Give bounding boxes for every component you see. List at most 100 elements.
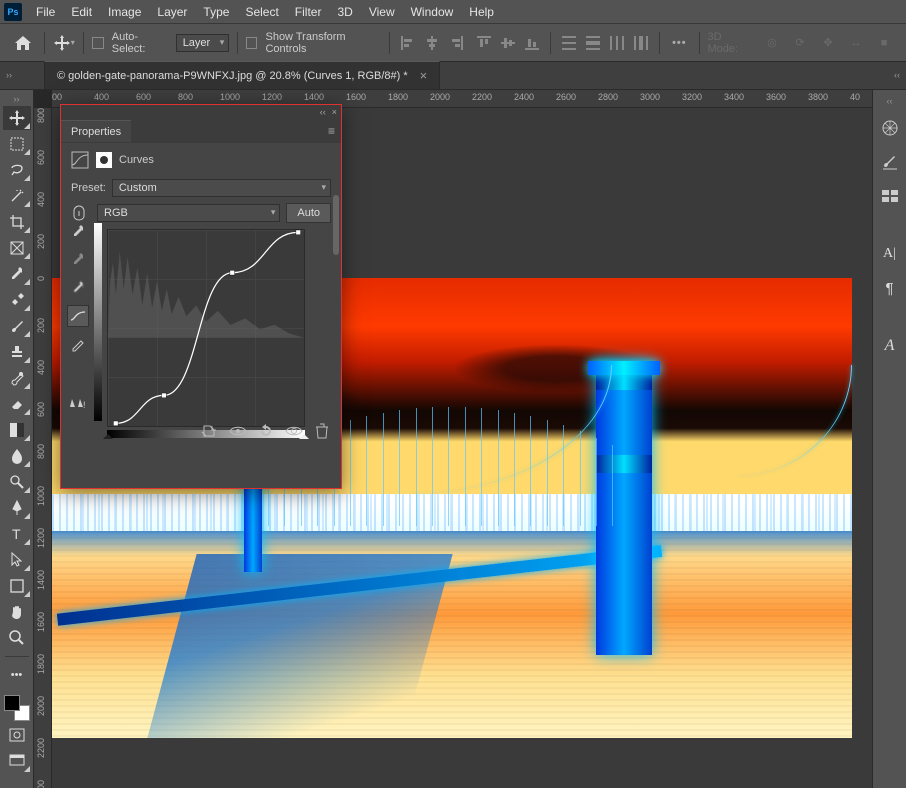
more-options-button[interactable]: •••	[668, 31, 690, 55]
path-select-tool[interactable]	[3, 548, 31, 572]
gradient-tool[interactable]	[3, 418, 31, 442]
menu-type[interactable]: Type	[195, 2, 237, 22]
menu-select[interactable]: Select	[237, 2, 286, 22]
3d-pan-icon[interactable]: ✥	[816, 31, 840, 55]
home-button[interactable]	[10, 31, 36, 55]
menu-layer[interactable]: Layer	[149, 2, 195, 22]
frame-tool[interactable]	[3, 236, 31, 260]
transform-checkbox[interactable]	[246, 37, 257, 49]
type-tool[interactable]: T	[3, 522, 31, 546]
curve-point-tool[interactable]	[67, 305, 89, 327]
reset-icon[interactable]	[257, 422, 275, 440]
expand-left-icon[interactable]: ››	[6, 70, 12, 80]
delete-icon[interactable]	[313, 422, 331, 440]
move-tool-indicator[interactable]: ▾	[53, 31, 75, 55]
curve-line[interactable]	[108, 230, 306, 428]
stamp-tool[interactable]	[3, 340, 31, 364]
menu-help[interactable]: Help	[461, 2, 502, 22]
collapse-right-icon[interactable]: ‹‹	[887, 96, 893, 106]
eraser-tool[interactable]	[3, 392, 31, 416]
menu-view[interactable]: View	[361, 2, 403, 22]
dodge-tool[interactable]	[3, 470, 31, 494]
shape-tool[interactable]	[3, 574, 31, 598]
curves-graph[interactable]	[107, 229, 305, 427]
lasso-tool[interactable]	[3, 158, 31, 182]
panel-menu-icon[interactable]: ≡	[328, 124, 335, 138]
edit-toolbar-button[interactable]: •••	[3, 663, 31, 687]
hand-tool[interactable]	[3, 600, 31, 624]
view-previous-icon[interactable]	[229, 422, 247, 440]
blur-tool[interactable]	[3, 444, 31, 468]
3d-roll-icon[interactable]: ⟳	[788, 31, 812, 55]
auto-select-checkbox[interactable]	[92, 37, 103, 49]
character-panel-icon[interactable]: A|	[876, 242, 904, 266]
options-bar: ▾ Auto-Select: Layer Show Transform Cont…	[0, 24, 906, 62]
auto-button[interactable]: Auto	[286, 203, 331, 223]
move-tool[interactable]	[3, 106, 31, 130]
healing-tool[interactable]	[3, 288, 31, 312]
glyphs-panel-icon[interactable]: A	[876, 334, 904, 358]
visibility-icon[interactable]	[285, 422, 303, 440]
menu-file[interactable]: File	[28, 2, 63, 22]
adjustment-label: Curves	[119, 154, 154, 166]
eyedropper-tool[interactable]	[3, 262, 31, 286]
menu-image[interactable]: Image	[100, 2, 149, 22]
expand-right-icon[interactable]: ‹‹	[894, 70, 900, 80]
clip-warning-icon[interactable]: !	[67, 391, 89, 413]
eyedrop-black-icon[interactable]	[67, 221, 89, 243]
menu-filter[interactable]: Filter	[287, 2, 330, 22]
marquee-tool[interactable]	[3, 132, 31, 156]
menu-window[interactable]: Window	[403, 2, 462, 22]
panel-icon-2[interactable]	[876, 150, 904, 174]
distribute-top-button[interactable]	[559, 33, 579, 53]
eyedrop-white-icon[interactable]	[67, 277, 89, 299]
close-tab-icon[interactable]: ×	[420, 68, 428, 83]
distribute-bottom-button[interactable]	[607, 33, 627, 53]
zoom-tool[interactable]	[3, 626, 31, 650]
panel-close-icon[interactable]: ×	[332, 107, 337, 117]
brush-tool[interactable]	[3, 314, 31, 338]
distribute-vcenter-button[interactable]	[583, 33, 603, 53]
finger-icon[interactable]	[71, 205, 91, 221]
panel-collapse-icon[interactable]: ‹‹	[320, 107, 326, 117]
paragraph-panel-icon[interactable]: ¶	[876, 276, 904, 300]
align-left-button[interactable]	[398, 33, 418, 53]
align-top-button[interactable]	[474, 33, 494, 53]
curve-pencil-tool[interactable]	[67, 333, 89, 355]
menu-bar: Ps File Edit Image Layer Type Select Fil…	[0, 0, 906, 24]
eyedrop-gray-icon[interactable]	[67, 249, 89, 271]
3d-orbit-icon[interactable]: ◎	[760, 31, 784, 55]
preset-dropdown[interactable]: Custom	[112, 179, 331, 197]
panel-tab-row: Properties ≡	[61, 119, 341, 143]
pen-tool[interactable]	[3, 496, 31, 520]
magic-wand-tool[interactable]	[3, 184, 31, 208]
ruler-vertical[interactable]: 8006004002000200400600800100012001400160…	[34, 108, 52, 788]
panel-icon-3[interactable]	[876, 184, 904, 208]
align-bottom-button[interactable]	[522, 33, 542, 53]
document-tab-bar: ›› © golden-gate-panorama-P9WNFXJ.jpg @ …	[0, 62, 906, 90]
left-toolbar: ›› T •••	[0, 90, 34, 788]
align-hcenter-button[interactable]	[422, 33, 442, 53]
crop-tool[interactable]	[3, 210, 31, 234]
menu-3d[interactable]: 3D	[329, 2, 360, 22]
panel-tab-properties[interactable]: Properties	[61, 120, 131, 142]
screen-mode-button[interactable]	[3, 749, 31, 773]
align-right-button[interactable]	[446, 33, 466, 53]
color-swatch[interactable]	[4, 695, 30, 721]
panel-scrollbar[interactable]	[333, 195, 339, 255]
distribute-more-button[interactable]	[631, 33, 651, 53]
document-tab[interactable]: © golden-gate-panorama-P9WNFXJ.jpg @ 20.…	[44, 61, 440, 89]
channel-dropdown[interactable]: RGB	[97, 204, 280, 222]
quick-mask-button[interactable]	[3, 723, 31, 747]
separator	[389, 32, 390, 54]
history-brush-tool[interactable]	[3, 366, 31, 390]
auto-select-dropdown[interactable]: Layer	[176, 34, 230, 52]
collapse-icon[interactable]: ››	[14, 94, 20, 104]
mask-icon[interactable]	[95, 151, 113, 169]
menu-edit[interactable]: Edit	[63, 2, 100, 22]
3d-zoom-icon[interactable]: ■	[872, 31, 896, 55]
clip-to-layer-icon[interactable]	[201, 422, 219, 440]
align-vcenter-button[interactable]	[498, 33, 518, 53]
panel-icon-1[interactable]	[876, 116, 904, 140]
3d-slide-icon[interactable]: ↔	[844, 31, 868, 55]
